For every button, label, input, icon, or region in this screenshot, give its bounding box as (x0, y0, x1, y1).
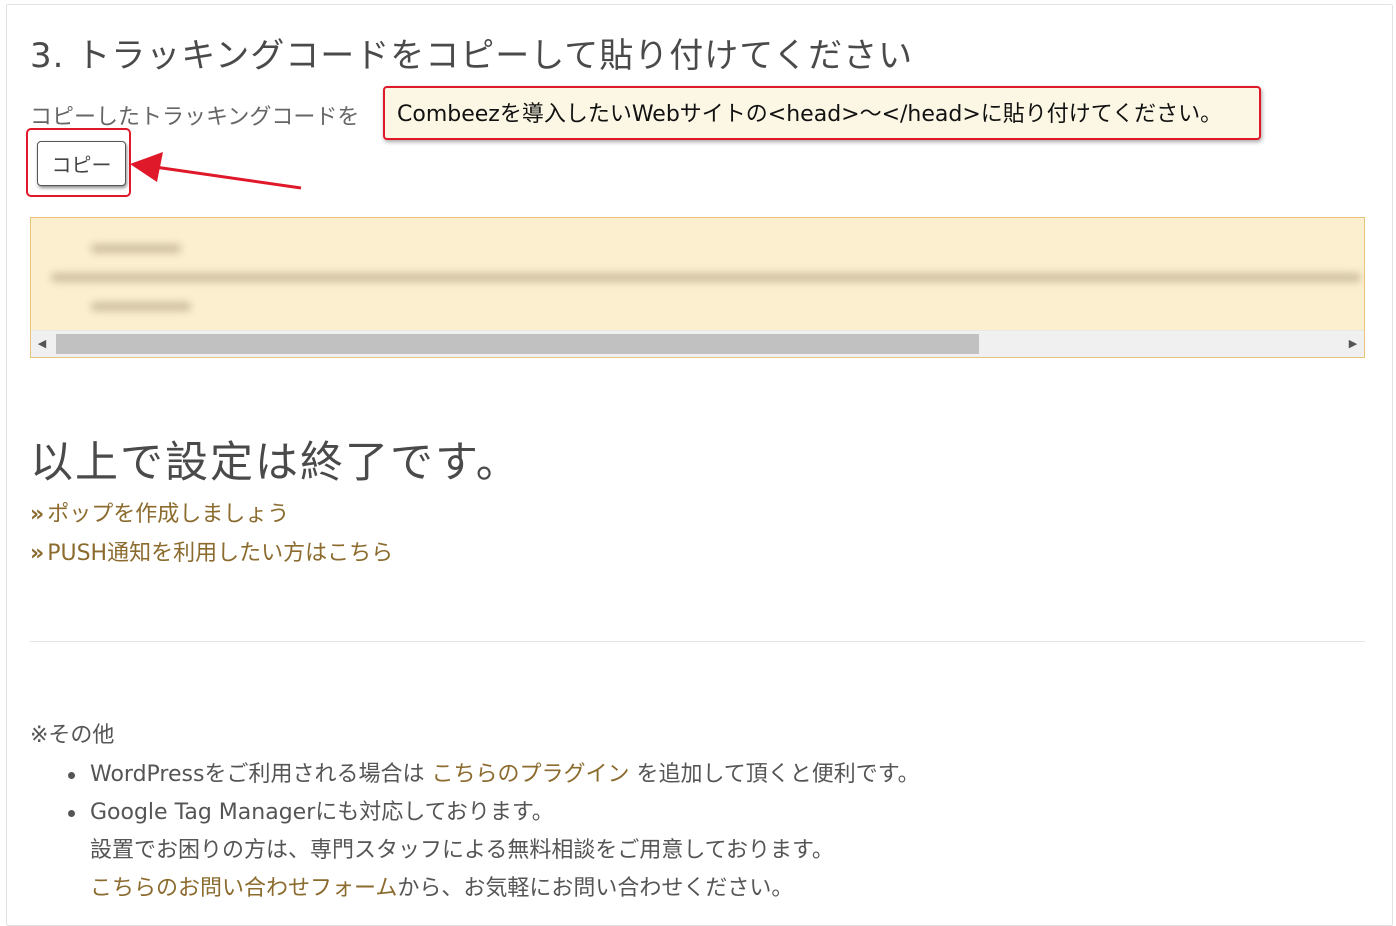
code-line-1 (91, 244, 181, 253)
wordpress-text: WordPressをご利用される場合は (90, 762, 425, 787)
wordpress-plugin-link[interactable]: こちらのプラグイン (431, 762, 629, 787)
scroll-left-arrow-icon[interactable]: ◀ (31, 331, 53, 357)
scroll-thumb[interactable] (56, 334, 979, 354)
instruction-text: コピーしたトラッキングコードを (30, 105, 360, 130)
double-chevron-right-icon: » (30, 541, 44, 566)
code-line-2 (51, 273, 1361, 282)
contact-form-link[interactable]: こちらのお問い合わせフォーム (90, 876, 397, 901)
bullet-icon (68, 810, 75, 817)
code-line-3 (91, 302, 191, 311)
tracking-code-block[interactable]: ◀ ▶ (30, 217, 1365, 358)
double-chevron-right-icon: » (30, 502, 44, 527)
copy-button[interactable]: コピー (37, 141, 126, 186)
create-pop-link-label: ポップを作成しましょう (47, 502, 290, 527)
bullet-icon (68, 772, 75, 779)
push-notification-link-label: PUSH通知を利用したい方はこちら (47, 541, 394, 566)
step-title: 3. トラッキングコードをコピーして貼り付けてください (30, 36, 914, 76)
push-notification-link[interactable]: » PUSH通知を利用したい方はこちら (30, 535, 393, 567)
scroll-right-arrow-icon[interactable]: ▶ (1342, 331, 1364, 357)
list-item: WordPressをご利用される場合は こちらのプラグイン を追加して頂くと便利… (30, 756, 920, 794)
other-label: ※その他 (30, 723, 115, 748)
gtm-text: Google Tag Managerにも対応しております。 (90, 800, 554, 825)
wordpress-text-after: を追加して頂くと便利です。 (636, 762, 920, 787)
support-text: 設置でお困りの方は、専門スタッフによる無料相談をご用意しております。 (90, 838, 834, 863)
contact-text-after: から、お気軽にお問い合わせください。 (397, 876, 794, 901)
completion-heading: 以上で設定は終了です。 (30, 438, 521, 488)
instruction-callout: Combeezを導入したいWebサイトの<head>〜</head>に貼り付けて… (383, 86, 1261, 140)
section-divider (30, 641, 1365, 642)
horizontal-scrollbar[interactable]: ◀ ▶ (31, 330, 1364, 357)
create-pop-link[interactable]: » ポップを作成しましょう (30, 496, 289, 528)
red-arrow-annotation (130, 152, 302, 190)
other-notes-list: WordPressをご利用される場合は こちらのプラグイン を追加して頂くと便利… (30, 756, 920, 908)
list-item: Google Tag Managerにも対応しております。 設置でお困りの方は、… (30, 794, 920, 908)
